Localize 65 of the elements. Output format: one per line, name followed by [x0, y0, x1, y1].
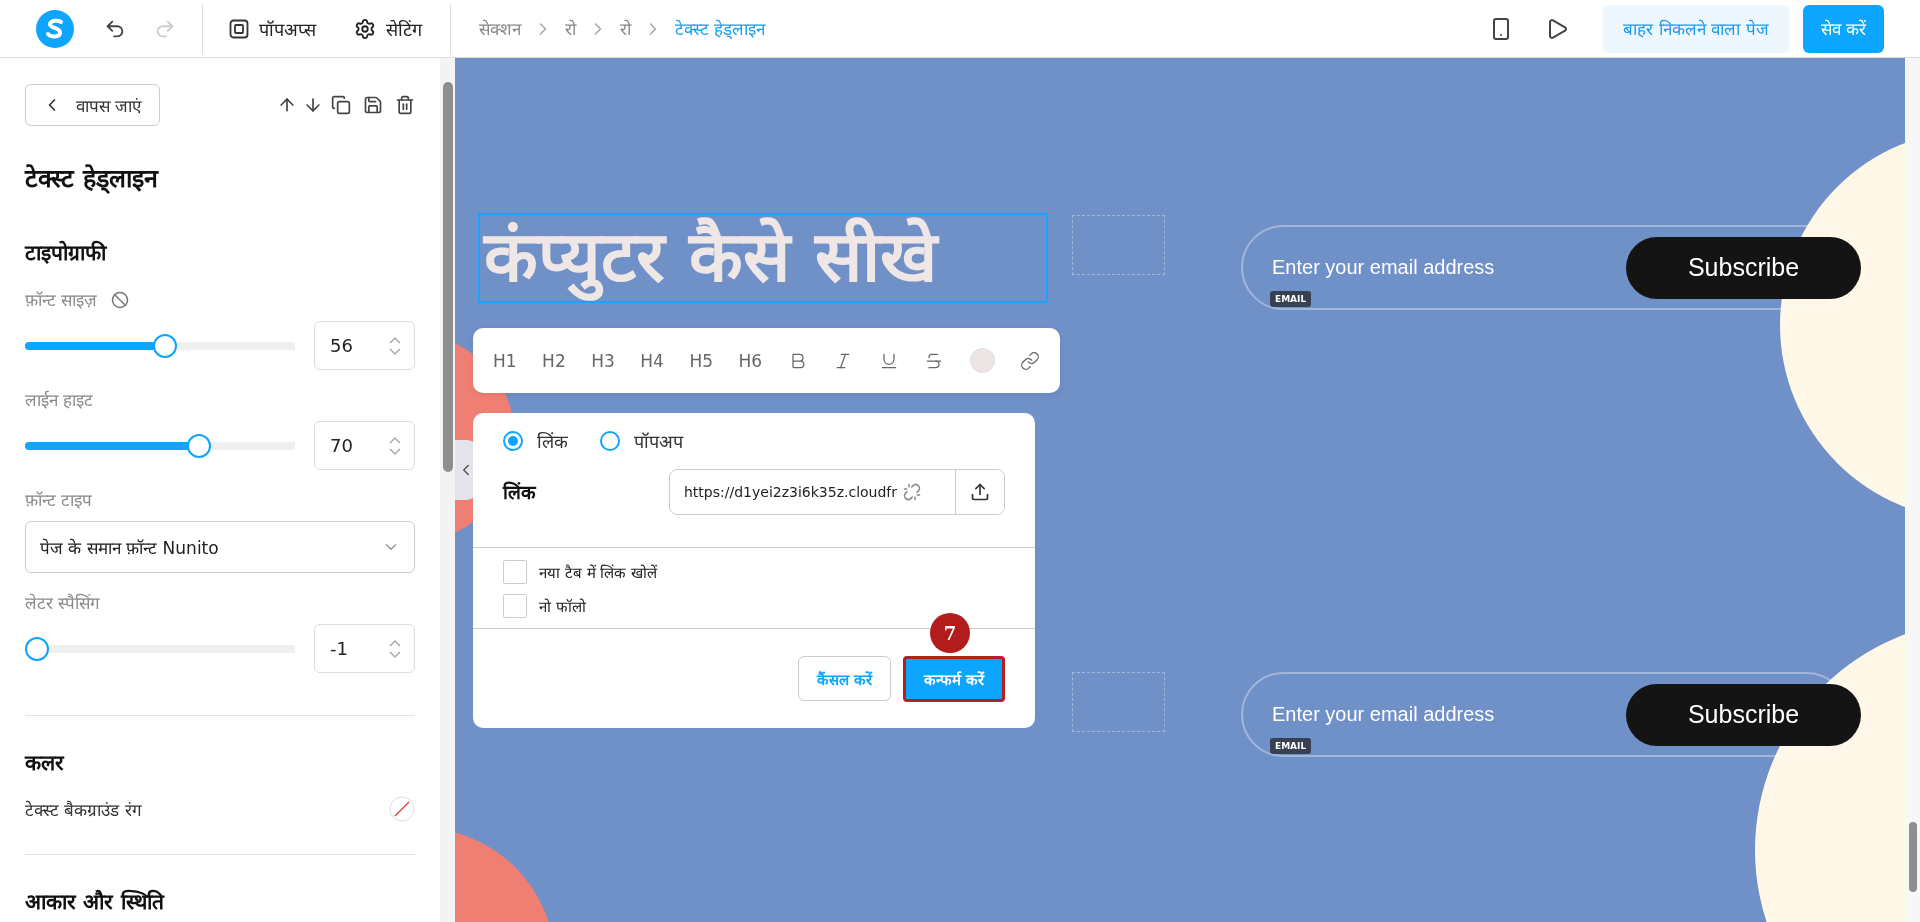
no-color-swatch[interactable] — [389, 796, 415, 822]
breadcrumb-link[interactable]: रो — [565, 17, 576, 40]
heading-level-button[interactable]: H3 — [591, 350, 615, 371]
logo-icon[interactable] — [36, 9, 74, 48]
field-tag: EMAIL — [1270, 738, 1312, 754]
checkbox-label: नया टैब में लिंक खोलें — [539, 563, 658, 582]
number-field[interactable]: 70 — [314, 421, 415, 470]
section-heading: कलर — [25, 750, 66, 776]
panel-title: टेक्स्ट हेड्लाइन — [25, 163, 160, 194]
field-label: लिंक — [503, 480, 536, 505]
email-field[interactable]: Enter your email address — [1272, 256, 1495, 279]
heading-level-button[interactable]: H2 — [542, 350, 566, 371]
checkbox-label: नो फॉलो — [539, 597, 586, 616]
heading-level-button[interactable]: H4 — [640, 350, 664, 371]
back-button[interactable]: वापस जाएं — [25, 84, 161, 126]
settings-icon — [354, 17, 376, 40]
link-icon[interactable] — [1020, 350, 1040, 371]
step-badge: 7 — [930, 613, 970, 653]
radio-icon[interactable] — [600, 431, 620, 451]
checkbox-option[interactable]: नया टैब में लिंक खोलें — [503, 560, 1005, 584]
settings-button[interactable]: सेटिंग — [354, 16, 422, 41]
radio-label: पॉपअप — [634, 430, 683, 453]
heading-level-button[interactable]: H6 — [738, 350, 763, 371]
checkbox[interactable] — [503, 560, 527, 584]
subscribe-button[interactable]: Subscribe — [1626, 683, 1861, 746]
section-heading: आकार और स्थिति — [25, 888, 166, 915]
field-label: लेटर स्पैसिंग — [25, 592, 101, 614]
heading-level-button[interactable]: H5 — [689, 350, 713, 371]
upload-icon — [970, 482, 990, 502]
unlink-icon[interactable] — [903, 483, 922, 501]
field-tag: EMAIL — [1270, 291, 1312, 307]
field-label: टेक्स्ट बैकग्राउंड रंग — [25, 798, 142, 821]
square-icon — [229, 18, 249, 39]
field-label: लाईन हाइट — [25, 389, 94, 411]
breadcrumb-link[interactable]: टेक्स्ट हेड्लाइन — [675, 17, 766, 40]
slider-handle[interactable] — [25, 636, 49, 661]
delete-button[interactable] — [395, 95, 415, 115]
checkbox[interactable] — [503, 594, 527, 618]
subscribe-button[interactable]: Subscribe — [1626, 236, 1861, 299]
field-label: फ़ॉन्ट साइज़ — [25, 289, 98, 311]
radio-option[interactable]: पॉपअप — [600, 429, 683, 453]
breadcrumb-link[interactable]: सेक्शन — [479, 17, 521, 40]
font-select[interactable]: पेज के समान फ़ॉन्ट Nunito — [25, 521, 415, 573]
field-label: फ़ॉन्ट टाइप — [25, 489, 93, 511]
stepper-icon[interactable] — [388, 334, 402, 357]
heading-level-button[interactable]: H1 — [493, 350, 517, 371]
reset-icon[interactable] — [111, 290, 130, 309]
radio-option[interactable]: लिंक — [503, 429, 568, 453]
scrollbar[interactable] — [440, 58, 455, 922]
slider-handle[interactable] — [152, 333, 177, 358]
radio-label: लिंक — [537, 430, 568, 453]
section-heading: टाइपोग्राफी — [25, 239, 108, 266]
stepper-icon[interactable] — [388, 637, 402, 660]
number-field[interactable]: -1 — [314, 624, 415, 673]
save-icon-button[interactable] — [363, 95, 383, 115]
email-field[interactable]: Enter your email address — [1272, 703, 1495, 726]
stepper-icon[interactable] — [388, 434, 402, 457]
breadcrumb-link[interactable]: रो — [620, 17, 631, 40]
radio-icon[interactable] — [503, 431, 523, 451]
number-field[interactable]: 56 — [314, 321, 415, 370]
copy-button[interactable] — [331, 95, 351, 115]
scrollbar[interactable] — [1905, 58, 1920, 922]
slider-handle[interactable] — [187, 433, 212, 458]
color-swatch[interactable] — [969, 348, 995, 373]
popups-button[interactable]: पॉपअप्स — [229, 16, 316, 41]
